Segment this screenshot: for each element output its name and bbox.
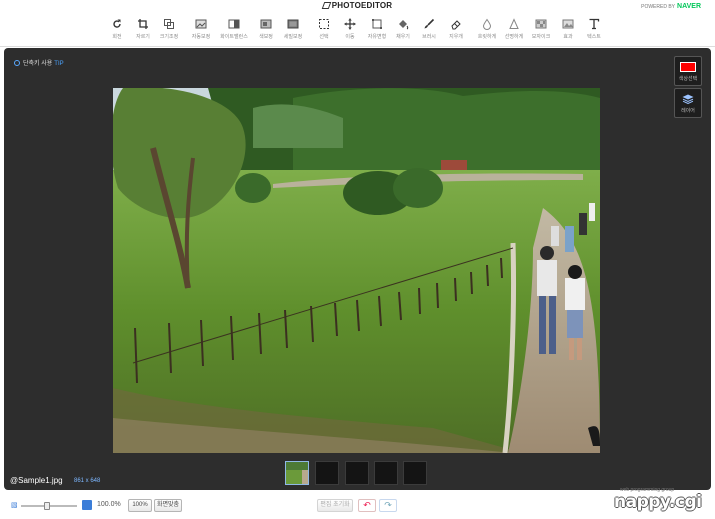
select-tool[interactable]: 선택 [310, 18, 338, 44]
effect-tool[interactable]: 효과 [554, 18, 582, 44]
brush-tool[interactable]: 브러시 [415, 18, 443, 44]
color-select-button[interactable]: 색상선택 [674, 56, 702, 86]
select-icon [319, 19, 329, 29]
layer-label: 레이어 [681, 108, 695, 114]
free-transform-icon [372, 19, 382, 29]
eraser-icon [451, 20, 461, 30]
resize-tool[interactable]: 크기조정 [155, 18, 183, 44]
zoom-slider-handle[interactable] [44, 502, 50, 510]
tip-badge: TIP [54, 61, 64, 67]
fill-tool[interactable]: 채우기 [389, 18, 417, 44]
undo-button[interactable]: ↶ [358, 499, 376, 512]
zoom-in-icon[interactable] [82, 500, 92, 510]
file-dimensions: 861 x 648 [74, 478, 101, 484]
crop-icon [138, 19, 148, 29]
fit-screen-button[interactable]: 화면맞춤 [154, 499, 182, 512]
zoom-slider[interactable] [21, 502, 77, 510]
thumbnail-1[interactable] [285, 461, 309, 485]
text-label: 텍스트 [587, 34, 601, 40]
app-title: PHOTOEDITOR [0, 1, 715, 10]
photo-canvas[interactable] [113, 88, 600, 453]
white-balance-icon [228, 19, 240, 29]
auto-correct-tool[interactable]: 자동보정 [187, 18, 215, 44]
detail-correct-icon [287, 19, 299, 29]
reset-edit-button[interactable]: 편집 초기화 [317, 499, 353, 512]
text-icon [589, 18, 600, 30]
crop-tool[interactable]: 자르기 [129, 18, 157, 44]
blur-icon [482, 18, 492, 30]
white-balance-tool[interactable]: 화이트밸런스 [220, 18, 248, 44]
resize-icon [164, 19, 174, 29]
powered-by-text: POWERED BY [641, 4, 676, 10]
color-select-label: 색상선택 [678, 76, 698, 82]
title-bar: PHOTOEDITOR POWERED BY NAVER [0, 0, 715, 13]
naver-logo[interactable]: NAVER [677, 3, 701, 10]
eraser-tool[interactable]: 지우개 [442, 18, 470, 44]
blur-tool[interactable]: 흐릿하게 [473, 18, 501, 44]
thumbnail-3[interactable] [345, 461, 369, 485]
toolbar: 회전 자르기 크기조정 자동보정 화이트밸런스 색보정 세밀보정 선택 이동 자… [0, 13, 715, 47]
sharpen-tool[interactable]: 선명하게 [500, 18, 528, 44]
thumbnail-4[interactable] [374, 461, 398, 485]
thumbnail-2[interactable] [315, 461, 339, 485]
move-tool[interactable]: 이동 [336, 18, 364, 44]
shortcut-tip[interactable]: 단축키 사용 TIP [14, 58, 64, 67]
tip-text: 단축키 사용 [23, 61, 53, 67]
file-name: @Sample1.jpg [10, 476, 63, 485]
pen-icon [321, 2, 331, 9]
zoom-out-icon[interactable]: ▧ [11, 501, 19, 509]
auto-correct-icon [195, 19, 207, 29]
powered-by: POWERED BY NAVER [641, 3, 701, 10]
watermark: web programming group nappy.cgi [613, 487, 708, 517]
move-icon [344, 18, 356, 30]
rotate-icon [113, 19, 121, 28]
watermark-logo: nappy.cgi [614, 492, 702, 512]
color-correct-tool[interactable]: 색보정 [252, 18, 280, 44]
rotate-tool[interactable]: 회전 [103, 18, 131, 44]
mosaic-tool[interactable]: 모자이크 [527, 18, 555, 44]
info-icon [14, 60, 20, 66]
layer-button[interactable]: 레이어 [674, 88, 702, 118]
detail-correct-tool[interactable]: 세밀보정 [279, 18, 307, 44]
thumbnail-5[interactable] [403, 461, 427, 485]
brush-icon [424, 18, 435, 29]
layers-icon [682, 94, 694, 104]
editor-workspace: 단축키 사용 TIP 색상선택 레이어 @Sample1.jpg 861 x 6… [4, 48, 711, 490]
app-title-text: PHOTOEDITOR [331, 1, 393, 10]
zoom-value: 100.0% [97, 501, 121, 508]
zoom-100-button[interactable]: 100% [128, 499, 152, 512]
text-tool[interactable]: 텍스트 [580, 18, 608, 44]
sharpen-icon [509, 18, 519, 29]
effect-icon [562, 19, 574, 29]
free-transform-tool[interactable]: 자유변형 [363, 18, 391, 44]
thumbnail-image [286, 462, 308, 484]
color-correct-icon [260, 19, 272, 29]
color-swatch [680, 62, 696, 72]
bottom-bar: ▧ 100.0% 100% 화면맞춤 편집 초기화 ↶ ↷ [0, 493, 715, 519]
fill-icon [399, 20, 409, 30]
mosaic-icon [535, 19, 547, 29]
redo-button[interactable]: ↷ [379, 499, 397, 512]
